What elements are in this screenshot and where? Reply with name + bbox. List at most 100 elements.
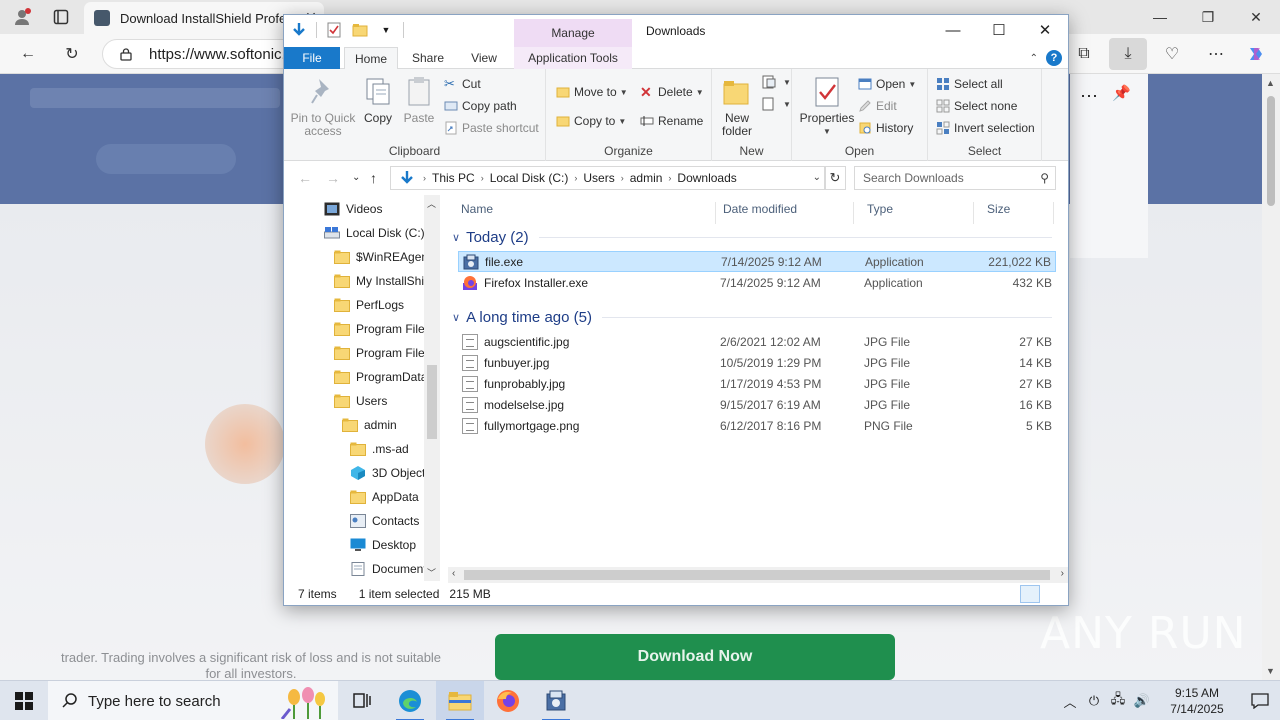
new-item-button[interactable]: ▼ (762, 75, 791, 89)
taskbar-edge[interactable] (386, 681, 434, 720)
nav-tree-item[interactable]: Desktop (350, 533, 416, 557)
back-arrow-icon[interactable]: ← (16, 42, 40, 66)
tab-home[interactable]: Home (344, 47, 398, 70)
scroll-down-icon[interactable]: ▼ (1266, 666, 1275, 676)
clock[interactable]: 9:15 AM 7/14/2025 (1154, 685, 1240, 717)
open-button[interactable]: Open ▼ (858, 77, 916, 91)
nav-tree-item[interactable]: Users (334, 389, 387, 413)
pin-quick-access-button[interactable]: Pin to Quick access (290, 75, 356, 138)
nav-tree-item[interactable]: Program Files (334, 317, 431, 341)
taskbar-search[interactable]: Type here to search (48, 681, 338, 720)
select-none-button[interactable]: Select none (936, 99, 1017, 113)
scroll-up-icon[interactable]: ︿ (427, 197, 436, 210)
downloads-icon[interactable]: ⤓ (1109, 38, 1147, 70)
paste-button[interactable]: Paste (400, 75, 438, 125)
copy-button[interactable]: Copy (360, 75, 396, 125)
nav-tree-item[interactable]: PerfLogs (334, 293, 404, 317)
file-row[interactable]: file.exe 7/14/2025 9:12 AM Application 221,… (458, 251, 1056, 272)
volume-icon[interactable]: 🔊 (1130, 681, 1154, 720)
profile-icon[interactable] (10, 6, 34, 28)
browser-restore-button[interactable]: ❐ (1184, 0, 1232, 34)
browser-scrollbar[interactable]: ▲ ▼ (1262, 74, 1280, 680)
nav-tree-item[interactable]: My InstallShie (334, 269, 431, 293)
help-icon[interactable]: ? (1046, 50, 1062, 66)
refresh-button[interactable]: ↻ (824, 166, 846, 190)
collapse-ribbon-icon[interactable]: ⌃ (1030, 53, 1038, 64)
browser-minimize-button[interactable]: — (1136, 0, 1184, 34)
file-row[interactable]: augscientific.jpg 2/6/2021 12:02 AM JPG Fi… (458, 331, 1056, 352)
invert-selection-button[interactable]: Invert selection (936, 121, 1035, 135)
minimize-button[interactable]: — (930, 15, 976, 45)
easy-access-button[interactable]: ▼ (762, 97, 791, 111)
up-icon[interactable]: ↑ (370, 170, 377, 186)
task-view-button[interactable] (338, 681, 386, 720)
address-bar[interactable]: › This PC › Local Disk (C:) › Users › ad… (390, 166, 826, 190)
nav-tree-item[interactable]: Videos (324, 197, 382, 221)
rename-button[interactable]: Rename (640, 114, 703, 128)
tab-application-tools[interactable]: Application Tools (514, 47, 632, 69)
scroll-thumb[interactable] (1267, 96, 1275, 206)
file-row[interactable]: fullymortgage.png 6/12/2017 8:16 PM PNG Fi… (458, 415, 1056, 436)
tab-share[interactable]: Share (402, 47, 454, 69)
copilot-icon[interactable] (1244, 42, 1268, 66)
nav-tree-item[interactable]: Local Disk (C:) (324, 221, 425, 245)
taskbar-installer[interactable] (532, 681, 580, 720)
copy-to-button[interactable]: Copy to ▼ (556, 114, 626, 128)
address-dropdown-icon[interactable]: ⌄ (813, 172, 821, 183)
select-all-button[interactable]: Select all (936, 77, 1003, 91)
properties-qat-icon[interactable] (325, 21, 343, 39)
hscroll-thumb[interactable] (464, 570, 1050, 580)
notification-button[interactable] (1240, 693, 1280, 709)
show-hidden-icons-icon[interactable]: ︿ (1058, 681, 1082, 720)
scroll-right-icon[interactable]: › (1061, 568, 1064, 579)
tab-view[interactable]: View (458, 47, 510, 69)
network-icon[interactable]: 🖧 (1106, 681, 1130, 720)
file-row[interactable]: funprobably.jpg 1/17/2019 4:53 PM JPG File… (458, 373, 1056, 394)
new-folder-button[interactable]: New folder (716, 75, 758, 138)
breadcrumb-admin[interactable]: admin (630, 171, 663, 185)
search-input[interactable]: Search Downloads ⚲ (854, 166, 1056, 190)
column-name[interactable]: Name (448, 202, 716, 224)
scroll-up-icon[interactable]: ▲ (1266, 78, 1275, 88)
forward-icon[interactable]: → (326, 170, 340, 186)
maximize-button[interactable]: ☐ (976, 15, 1022, 45)
history-button[interactable]: History (858, 121, 913, 135)
breadcrumb-downloads[interactable]: Downloads (677, 171, 736, 185)
nav-tree-item[interactable]: .ms-ad (350, 437, 409, 461)
group-header[interactable]: ∨ Today (2) (452, 225, 1052, 249)
recent-locations-icon[interactable]: ⌄ (352, 172, 360, 183)
move-to-button[interactable]: Move to ▼ (556, 85, 628, 99)
nav-tree-item[interactable]: Program Files (334, 341, 431, 365)
download-now-button[interactable]: Download Now (495, 634, 895, 680)
meet-icon[interactable]: ⏻ (1082, 681, 1106, 720)
browser-essentials-icon[interactable]: ♡ (1160, 42, 1184, 66)
group-header[interactable]: ∨ A long time ago (5) (452, 305, 1052, 329)
extensions-icon[interactable]: ⧉ (1072, 42, 1096, 66)
nav-tree-item[interactable]: Contacts (350, 509, 419, 533)
details-view-button[interactable] (1020, 585, 1040, 603)
browser-close-button[interactable]: ✕ (1232, 0, 1280, 34)
start-button[interactable] (0, 681, 48, 720)
refresh-icon[interactable]: ↻ (60, 42, 84, 66)
breadcrumb-local-disk[interactable]: Local Disk (C:) (490, 171, 569, 185)
pin-icon[interactable]: 📌 (1112, 84, 1131, 102)
qat-dropdown-icon[interactable]: ▼ (377, 21, 395, 39)
scroll-left-icon[interactable]: ‹ (452, 568, 455, 579)
file-row[interactable]: modelselse.jpg 9/15/2017 6:19 AM JPG File 1… (458, 394, 1056, 415)
column-type[interactable]: Type (854, 202, 974, 224)
taskbar-file-explorer[interactable] (436, 681, 484, 720)
properties-button[interactable]: Properties ▼ (800, 75, 854, 138)
column-size[interactable]: Size (974, 202, 1054, 224)
nav-pane-scrollbar[interactable]: ︿ ﹀ (424, 195, 440, 581)
column-date-modified[interactable]: Date modified (710, 202, 854, 224)
horizontal-scrollbar[interactable]: ‹ › (448, 567, 1068, 583)
nav-tree-item[interactable]: AppData (350, 485, 419, 509)
new-folder-qat-icon[interactable] (351, 21, 369, 39)
taskbar-firefox[interactable] (484, 681, 532, 720)
nav-tree-item[interactable]: Document (350, 557, 427, 581)
nav-tree-item[interactable]: ProgramData (334, 365, 427, 389)
delete-button[interactable]: ✕ Delete ▼ (640, 85, 704, 99)
nav-tree-item[interactable]: 3D Objects (350, 461, 431, 485)
nav-tree-item[interactable]: admin (342, 413, 397, 437)
more-options-icon[interactable]: ⋯ (1204, 42, 1228, 66)
